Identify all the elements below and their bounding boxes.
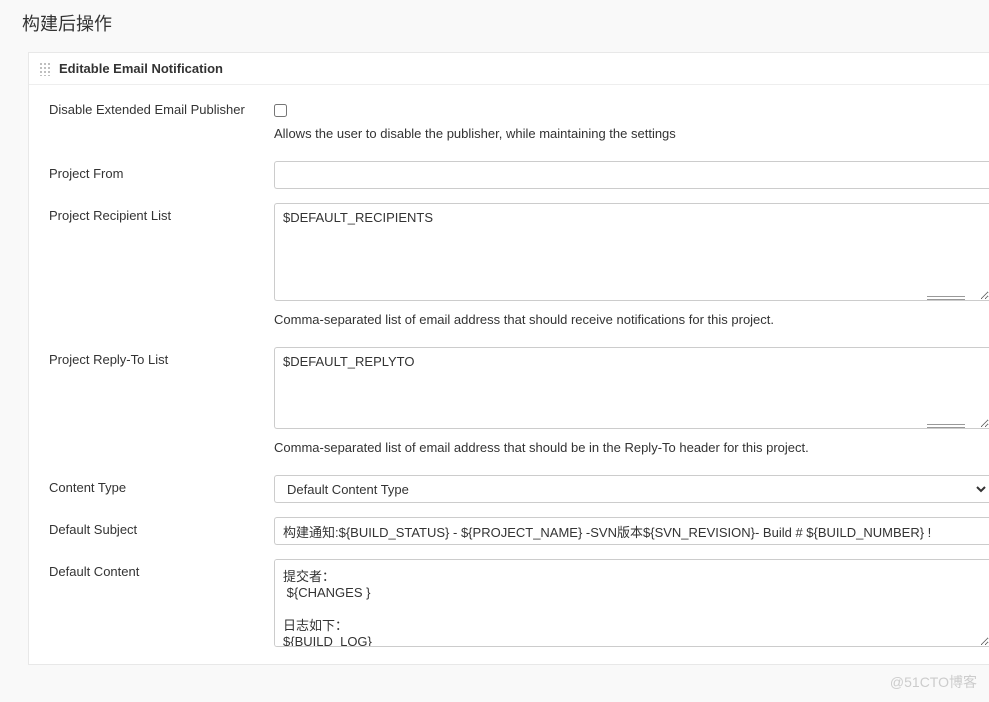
checkbox-disable-publisher[interactable] [274, 104, 287, 117]
row-replyto-list: Project Reply-To List Comma-separated li… [49, 347, 989, 469]
textarea-default-content[interactable] [274, 559, 989, 647]
page-title: 构建后操作 [0, 0, 989, 52]
form-body: Disable Extended Email Publisher Allows … [29, 85, 989, 664]
row-disable-publisher: Disable Extended Email Publisher Allows … [49, 97, 989, 155]
label-replyto-list: Project Reply-To List [49, 347, 274, 367]
label-recipient-list: Project Recipient List [49, 203, 274, 223]
label-default-content: Default Content [49, 559, 274, 579]
help-disable-publisher: Allows the user to disable the publisher… [274, 126, 989, 141]
help-replyto-list: Comma-separated list of email address th… [274, 440, 989, 455]
email-notification-section: Editable Email Notification Disable Exte… [28, 52, 989, 665]
row-project-from: Project From [49, 161, 989, 189]
drag-handle-icon[interactable] [39, 62, 51, 76]
label-disable-publisher: Disable Extended Email Publisher [49, 97, 274, 117]
watermark: @51CTO博客 [890, 672, 977, 692]
input-default-subject[interactable] [274, 517, 989, 545]
textarea-replyto-list[interactable] [274, 347, 989, 429]
row-recipient-list: Project Recipient List Comma-separated l… [49, 203, 989, 341]
input-project-from[interactable] [274, 161, 989, 189]
label-project-from: Project From [49, 161, 274, 181]
label-default-subject: Default Subject [49, 517, 274, 537]
row-default-content: Default Content [49, 559, 989, 650]
section-header: Editable Email Notification [29, 53, 989, 85]
select-content-type[interactable]: Default Content Type [274, 475, 989, 503]
row-content-type: Content Type Default Content Type [49, 475, 989, 503]
help-recipient-list: Comma-separated list of email address th… [274, 312, 989, 327]
section-title: Editable Email Notification [59, 61, 223, 76]
textarea-recipient-list[interactable] [274, 203, 989, 301]
row-default-subject: Default Subject [49, 517, 989, 545]
label-content-type: Content Type [49, 475, 274, 495]
